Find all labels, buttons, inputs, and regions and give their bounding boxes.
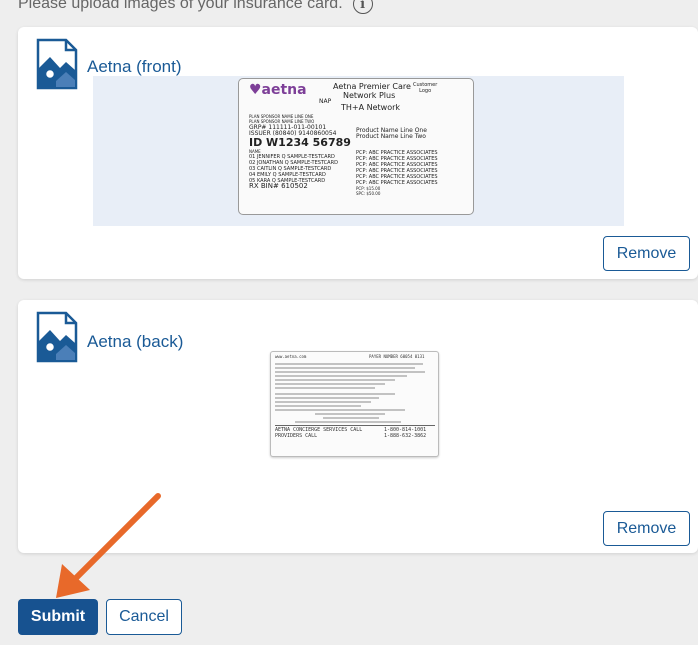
file-name-front[interactable]: Aetna (front): [87, 57, 182, 77]
member-id: ID W1234 56789: [249, 136, 351, 149]
product-line2: Product Name Line Two: [356, 133, 426, 140]
image-file-icon: [36, 311, 78, 363]
upload-card-front: Aetna (front) ♥aetna Aetna Premier Care …: [18, 27, 698, 279]
cancel-button[interactable]: Cancel: [106, 599, 182, 635]
image-file-icon: [36, 38, 78, 90]
providers-phone: 1-888-632-3862: [384, 433, 427, 439]
providers-label: PROVIDERS CALL: [275, 433, 318, 439]
card-website: www.aetna.com: [275, 354, 307, 359]
info-icon[interactable]: i: [352, 0, 373, 14]
insurance-card-front-image: ♥aetna Aetna Premier Care Network Plus C…: [238, 78, 474, 215]
insurance-card-back-image: www.aetna.com PAYER NUMBER 60054 0131 AE…: [270, 351, 439, 457]
customer-logo: Customer Logo: [413, 82, 438, 94]
fine-print-lines: [275, 363, 425, 423]
payer-number: PAYER NUMBER 60054 0131: [369, 354, 425, 359]
submit-button[interactable]: Submit: [18, 599, 98, 635]
th-network: TH+A Network: [341, 103, 401, 112]
network-line2: Network Plus: [343, 91, 396, 100]
remove-front-button[interactable]: Remove: [603, 236, 690, 271]
file-name-back[interactable]: Aetna (back): [87, 332, 183, 352]
upload-instruction: Please upload images of your insurance c…: [18, 0, 373, 14]
rx-bin: RX BIN# 610502: [249, 182, 308, 190]
copay-spc: SPC: $50.00: [356, 191, 381, 196]
instruction-text: Please upload images of your insurance c…: [18, 0, 343, 12]
remove-back-button[interactable]: Remove: [603, 511, 690, 546]
aetna-logo: ♥aetna: [249, 82, 307, 98]
nap-label: NAP: [319, 98, 332, 105]
network-line1: Aetna Premier Care: [333, 82, 411, 91]
upload-card-back: Aetna (back) www.aetna.com PAYER NUMBER …: [18, 300, 698, 553]
